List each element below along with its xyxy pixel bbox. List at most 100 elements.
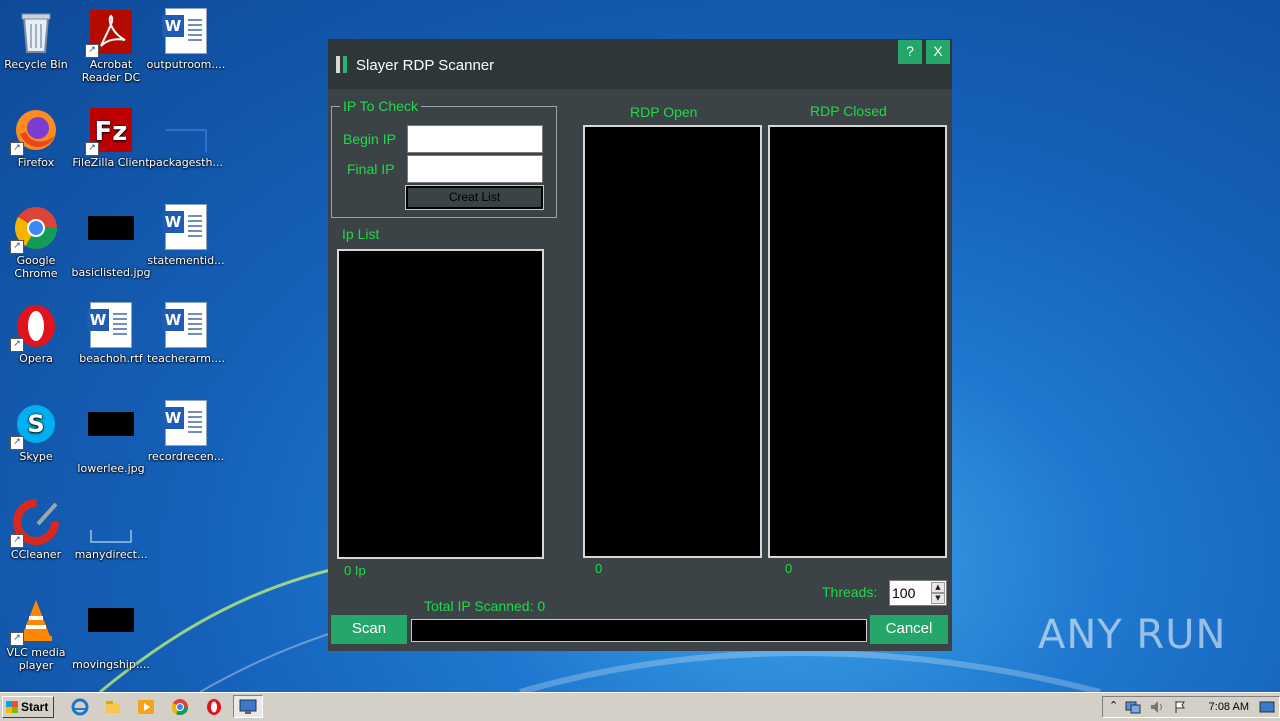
creat-list-button[interactable]: Creat List xyxy=(405,185,544,210)
desktop-icon-basiclisted[interactable]: basiclisted.jpg xyxy=(71,204,151,279)
word-doc-icon xyxy=(162,302,210,350)
show-hidden-icons-icon[interactable]: ⌃ xyxy=(1109,699,1118,712)
taskbar: Start ⌃ 7:08 AM xyxy=(0,692,1280,721)
desktop-icon-label: FileZilla Client xyxy=(72,156,150,169)
window-titlebar[interactable]: Slayer RDP Scanner ? X xyxy=(328,39,952,89)
anyrun-watermark: ANY RUN xyxy=(1038,612,1227,658)
svg-text:Fz: Fz xyxy=(95,117,128,147)
clock[interactable]: 7:08 AM xyxy=(1209,701,1249,713)
desktop-icon-filezilla[interactable]: Fz ↗ FileZilla Client xyxy=(71,106,151,169)
begin-ip-input[interactable] xyxy=(407,125,543,153)
slayer-rdp-scanner-window: Slayer RDP Scanner ? X IP To Check Begin… xyxy=(328,39,952,651)
final-ip-input[interactable] xyxy=(407,155,543,183)
desktop-icon-chrome[interactable]: ↗ Google Chrome xyxy=(0,204,76,280)
desktop-icon-lowerlee[interactable]: lowerlee.jpg xyxy=(71,400,151,475)
shortcut-arrow-icon: ↗ xyxy=(10,142,24,156)
desktop-icon-opera[interactable]: ↗ Opera xyxy=(0,302,76,365)
rdp-open-list[interactable] xyxy=(583,125,762,558)
desktop-icon-label: lowerlee.jpg xyxy=(77,462,145,475)
desktop-icon-label: Firefox xyxy=(17,156,55,169)
desktop-icon-label: CCleaner xyxy=(10,548,62,561)
image-file-icon xyxy=(87,412,135,460)
opera-icon: ↗ xyxy=(10,302,60,352)
ip-count: 0 Ip xyxy=(344,563,366,578)
skype-icon: S ↗ xyxy=(10,400,60,450)
word-doc-icon xyxy=(162,8,210,56)
ccleaner-icon: ↗ xyxy=(10,498,60,548)
filezilla-icon: Fz ↗ xyxy=(85,106,135,156)
network-icon[interactable] xyxy=(1125,700,1141,714)
cancel-button[interactable]: Cancel xyxy=(870,615,948,644)
scan-button[interactable]: Scan xyxy=(331,615,407,644)
firefox-icon: ↗ xyxy=(10,106,60,156)
scan-progress-bar xyxy=(411,619,867,642)
volume-icon[interactable] xyxy=(1149,700,1165,714)
file-icon xyxy=(87,498,135,546)
image-file-icon xyxy=(87,608,135,656)
desktop-icon-firefox[interactable]: ↗ Firefox xyxy=(0,106,76,169)
desktop-icon-recycle-bin[interactable]: Recycle Bin xyxy=(0,8,76,71)
rdp-open-count: 0 xyxy=(595,561,603,576)
shortcut-arrow-icon: ↗ xyxy=(85,44,99,58)
desktop-icon-manydirect[interactable]: manydirect... xyxy=(71,498,151,561)
shortcut-arrow-icon: ↗ xyxy=(10,632,24,646)
desktop-icon-label: movingship.... xyxy=(72,658,150,671)
spin-down-icon[interactable]: ▼ xyxy=(931,593,945,604)
chrome-taskbar-icon[interactable] xyxy=(171,698,189,716)
rdp-closed-list[interactable] xyxy=(768,125,947,558)
desktop-icon-label: Recycle Bin xyxy=(4,58,68,71)
desktop-icon-movingship[interactable]: movingship.... xyxy=(71,596,151,671)
show-desktop-icon[interactable] xyxy=(1259,700,1275,714)
desktop-icon-outputroom[interactable]: outputroom.... xyxy=(146,8,226,71)
desktop-icon-label: manydirect... xyxy=(74,548,148,561)
desktop-icon-label: VLC media player xyxy=(6,646,66,672)
desktop-icon-label: beachoh.rtf xyxy=(79,352,143,365)
desktop-icon-skype[interactable]: S ↗ Skype xyxy=(0,400,76,463)
final-ip-label: Final IP xyxy=(347,161,395,177)
word-doc-icon xyxy=(162,400,210,448)
help-button[interactable]: ? xyxy=(898,40,922,64)
shortcut-arrow-icon: ↗ xyxy=(10,240,24,254)
desktop-icon-packagesth[interactable]: packagesth... xyxy=(146,106,226,169)
desktop-icon-label: Google Chrome xyxy=(14,254,58,280)
start-label: Start xyxy=(21,700,49,714)
word-doc-icon xyxy=(87,302,135,350)
windows-logo-icon xyxy=(6,701,18,713)
desktop-icon-statementid[interactable]: statementid... xyxy=(146,204,226,267)
image-file-icon xyxy=(87,216,135,264)
spin-up-icon[interactable]: ▲ xyxy=(931,582,945,593)
opera-taskbar-icon[interactable] xyxy=(205,698,223,716)
close-button[interactable]: X xyxy=(926,40,950,64)
ie-icon[interactable] xyxy=(71,698,89,716)
shortcut-arrow-icon: ↗ xyxy=(10,338,24,352)
desktop-icon-acrobat[interactable]: ↗ Acrobat Reader DC xyxy=(71,8,151,84)
window-title: Slayer RDP Scanner xyxy=(356,57,495,74)
start-button[interactable]: Start xyxy=(2,696,54,718)
threads-value: 100 xyxy=(892,585,916,601)
active-task-button[interactable] xyxy=(233,695,263,718)
desktop-icon-vlc[interactable]: ↗ VLC media player xyxy=(0,596,76,672)
ip-to-check-label: IP To Check xyxy=(340,98,421,114)
desktop-icon-recordrecen[interactable]: recordrecen... xyxy=(146,400,226,463)
shortcut-arrow-icon: ↗ xyxy=(10,534,24,548)
desktop-icon-beachoh[interactable]: beachoh.rtf xyxy=(71,302,151,365)
desktop-icon-label: Opera xyxy=(19,352,53,365)
rdp-closed-count: 0 xyxy=(785,561,793,576)
file-icon xyxy=(162,106,210,154)
explorer-icon[interactable] xyxy=(104,698,122,716)
app-logo-icon xyxy=(336,56,340,73)
rdp-closed-label: RDP Closed xyxy=(810,103,887,119)
recycle-bin-icon xyxy=(12,8,60,56)
vlc-icon: ↗ xyxy=(10,596,60,646)
action-center-flag-icon[interactable] xyxy=(1173,700,1187,714)
desktop-icon-label: teacherarm.... xyxy=(147,352,225,365)
threads-spinbox[interactable]: 100 ▲ ▼ xyxy=(889,580,947,606)
begin-ip-label: Begin IP xyxy=(343,131,396,147)
media-player-icon[interactable] xyxy=(137,698,155,716)
acrobat-icon: ↗ xyxy=(85,8,135,58)
shortcut-arrow-icon: ↗ xyxy=(85,142,99,156)
desktop-icon-teacherarm[interactable]: teacherarm.... xyxy=(146,302,226,365)
ip-list-box[interactable] xyxy=(337,249,544,559)
desktop-icon-ccleaner[interactable]: ↗ CCleaner xyxy=(0,498,76,561)
word-doc-icon xyxy=(162,204,210,252)
